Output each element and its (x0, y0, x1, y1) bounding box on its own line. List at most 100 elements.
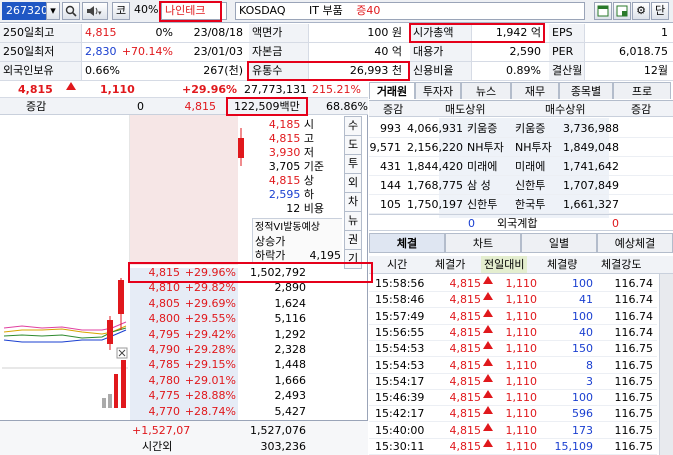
broker-sell-delta: 993 (380, 122, 401, 135)
trade-header-strength: 체결강도 (601, 258, 642, 271)
trade-time: 15:42:17 (375, 407, 425, 421)
trade-row[interactable]: 15:57:49 4,815 1,110 100 116.74 (369, 308, 657, 325)
broker-buy-qty: 3,736,988 (563, 122, 619, 135)
broker-header-delta2: 증감 (631, 103, 652, 116)
side-button[interactable]: 기 (344, 249, 362, 269)
trade-scrollbar[interactable] (659, 274, 673, 455)
gear-icon[interactable]: ⚙ (632, 2, 650, 20)
orderbook-header-price: 4,815 (184, 100, 217, 113)
trade-row[interactable]: 15:56:55 4,815 1,110 40 116.74 (369, 324, 657, 341)
speaker-icon[interactable]: ▾ (82, 2, 108, 20)
trade-strength: 116.75 (614, 374, 654, 388)
price-info-key: 비용 (303, 202, 324, 215)
tab-investor[interactable]: 투자자 (415, 82, 461, 99)
orderbook-header: 증감 0 4,815 122,509백만 68.86% (0, 98, 368, 115)
trade-qty: 40 (579, 325, 593, 339)
broker-row[interactable]: 431 1,844,420 미래에 미래에 1,741,642 (369, 158, 673, 176)
info-grid: 250일최고 4,815 0% 23/08/18 액면가 100 원 시가총액 … (0, 24, 673, 81)
tab-broker[interactable]: 거래원 (369, 82, 415, 99)
trade-qty: 173 (572, 423, 593, 437)
single-button[interactable]: 단 (651, 2, 669, 20)
broker-row[interactable]: 9,571 2,156,220 NH투자 NH투자 1,849,048 (369, 139, 673, 157)
trade-strength: 116.75 (614, 342, 654, 356)
svg-text:▾: ▾ (98, 9, 102, 17)
tab-chart[interactable]: 차트 (445, 233, 521, 253)
broker-row[interactable]: 993 4,066,931 키움증 키움증 3,736,988 (369, 120, 673, 138)
info-label: 외국인보유 (0, 62, 82, 80)
broker-sell-delta: 105 (380, 198, 401, 211)
broker-sell-delta: 431 (380, 160, 401, 173)
trade-strength: 116.75 (614, 391, 654, 405)
stock-code-input[interactable]: 267320 (2, 2, 48, 20)
vi-down-label: 하락가 (255, 249, 286, 262)
trade-price: 4,815 (449, 342, 482, 356)
tab-trades[interactable]: 체결 (369, 233, 445, 253)
broker-buy-qty: 1,741,642 (563, 160, 619, 173)
tab-expected[interactable]: 예상체결 (597, 233, 673, 253)
margin-rate: 40% (134, 3, 159, 16)
trade-diff: 1,110 (505, 407, 538, 421)
info-label: 250일최고 (0, 24, 82, 42)
trade-diff: 1,110 (505, 374, 538, 388)
broker-header-delta: 증감 (383, 103, 404, 116)
trade-strength: 116.74 (614, 309, 654, 323)
trade-strength: 116.74 (614, 277, 654, 290)
price-rate: +29.96% (182, 83, 238, 96)
trade-row[interactable]: 15:40:00 4,815 1,110 173 116.75 (369, 422, 657, 439)
broker-row[interactable]: 105 1,750,197 신한투 한국투 1,661,327 (369, 196, 673, 214)
trade-row[interactable]: 15:54:53 4,815 1,110 8 116.75 (369, 357, 657, 374)
trade-time: 15:58:56 (375, 277, 425, 290)
broker-sell-delta: 9,571 (369, 141, 402, 154)
side-button[interactable]: 투 (344, 154, 362, 174)
window-icon[interactable] (594, 2, 612, 20)
total-bid: 1,527,076 (250, 424, 306, 437)
market-cap-value: 1,942 억 (495, 26, 541, 39)
volume: 27,773,131 (244, 83, 307, 96)
volume-rate: 215.21% (312, 83, 361, 96)
side-button[interactable]: 수 (344, 116, 362, 136)
side-button[interactable]: 도 (344, 135, 362, 155)
code-dropdown-icon[interactable]: ▾ (46, 2, 60, 20)
broker-header-sell: 매도상위 (445, 103, 486, 116)
trade-header-diff[interactable]: 전일대비 (481, 256, 528, 273)
stock-name[interactable]: 나인테크 (161, 2, 227, 20)
side-button[interactable]: 뉴 (344, 211, 362, 231)
tab-finance[interactable]: 재무 (511, 82, 559, 99)
trade-row[interactable]: 15:54:17 4,815 1,110 3 116.75 (369, 373, 657, 390)
orderbook: 증감 0 4,815 122,509백만 68.86% 4,185 시 4,81… (0, 98, 368, 455)
trade-price: 4,815 (449, 407, 482, 421)
side-button[interactable]: 외 (344, 173, 362, 193)
trade-row[interactable]: 15:46:39 4,815 1,110 100 116.75 (369, 390, 657, 407)
info-value: 2,830 (85, 45, 117, 58)
side-button[interactable]: 차 (344, 192, 362, 212)
broker-buy-name: 미래에 (515, 160, 546, 173)
trade-price: 4,815 (449, 325, 482, 339)
tab-news[interactable]: 뉴스 (461, 82, 511, 99)
trade-row[interactable]: 15:42:17 4,815 1,110 596 116.75 (369, 406, 657, 423)
ask-qty-area[interactable] (0, 115, 130, 265)
trade-row[interactable]: 15:30:11 4,815 1,110 15,109 116.75 (369, 439, 657, 455)
tab-by-stock[interactable]: 종목별 (559, 82, 613, 99)
info-label: 250일최저 (0, 43, 82, 61)
price-change: 1,110 (100, 83, 135, 96)
orderbook-strength: 68.86% (326, 100, 368, 113)
trade-row[interactable]: 15:58:56 4,815 1,110 100 116.74 (369, 276, 657, 292)
info-label: 시가총액 (410, 24, 472, 42)
info-value: 0.66% (85, 64, 120, 77)
trade-strength: 116.75 (614, 358, 654, 372)
tab-program[interactable]: 프로 (613, 82, 671, 99)
trade-row[interactable]: 15:54:53 4,815 1,110 150 116.75 (369, 341, 657, 358)
trade-qty: 41 (579, 293, 593, 307)
trade-header-price: 체결가 (435, 258, 466, 271)
info-date: 23/01/03 (193, 45, 243, 58)
bid-price[interactable]: 4,770 (130, 403, 181, 420)
bid-rate: +28.74% (184, 404, 236, 418)
broker-row[interactable]: 144 1,768,775 삼 성 신한투 1,707,849 (369, 177, 673, 195)
layout-icon[interactable] (613, 2, 631, 20)
trade-row[interactable]: 15:58:46 4,815 1,110 41 116.74 (369, 292, 657, 309)
trade-time: 15:40:00 (375, 423, 425, 437)
tab-daily[interactable]: 일별 (521, 233, 597, 253)
side-button[interactable]: 권 (344, 230, 362, 250)
search-icon[interactable] (62, 2, 80, 20)
bid-qty[interactable]: 5,427 (240, 403, 307, 420)
